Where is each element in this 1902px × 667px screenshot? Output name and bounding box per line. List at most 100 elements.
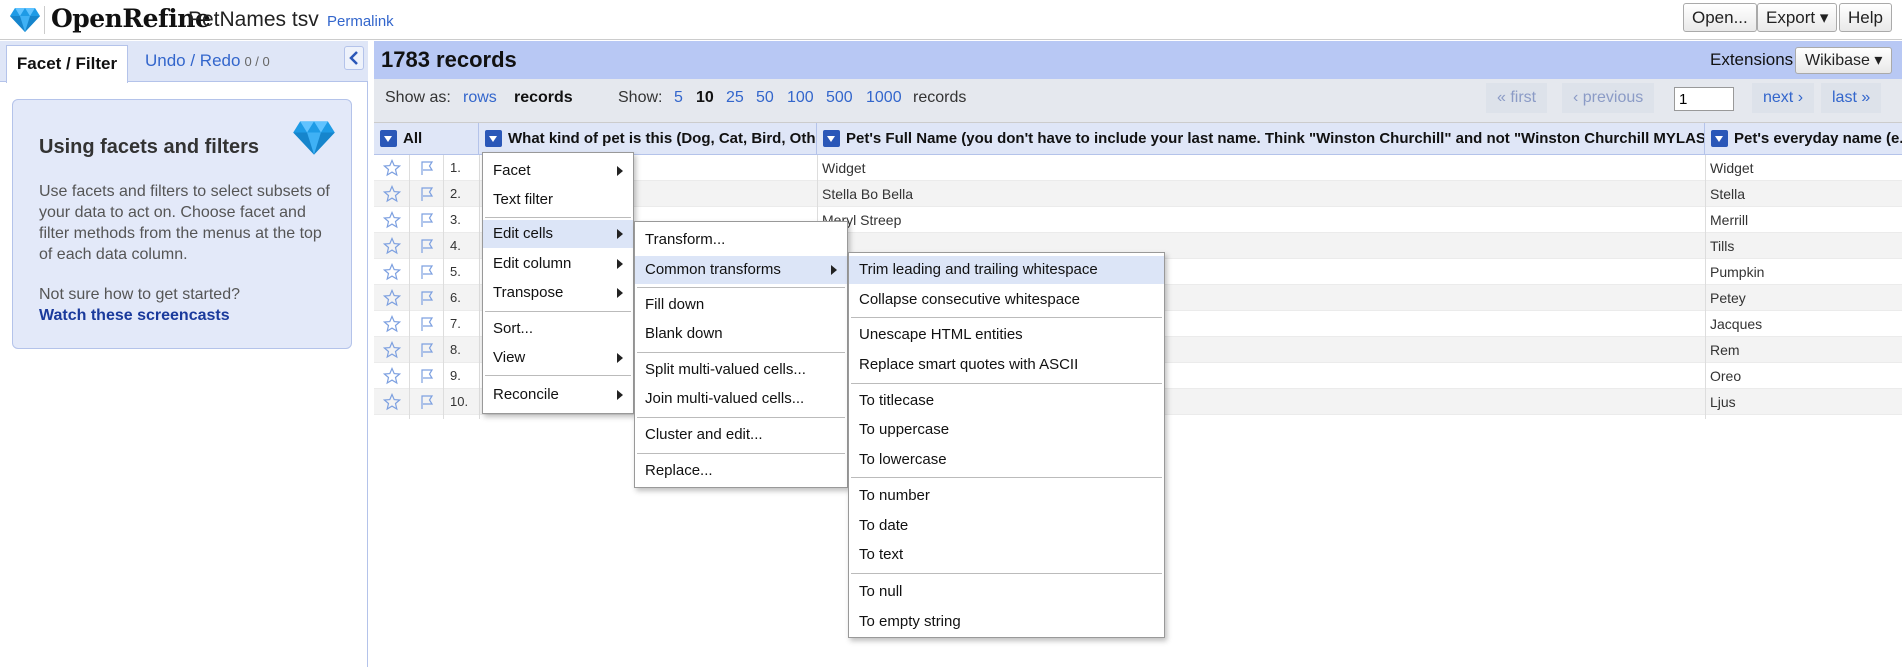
star-icon[interactable] <box>382 340 402 359</box>
tab-facet-filter[interactable]: Facet / Filter <box>6 45 128 83</box>
flag-icon[interactable] <box>418 315 436 333</box>
cell-everyday-name[interactable]: Merrill <box>1710 212 1748 228</box>
page-size-100[interactable]: 100 <box>787 89 814 107</box>
dropdown-arrow-icon[interactable] <box>485 129 502 147</box>
submenu-arrow-icon <box>617 390 623 400</box>
all-column-header[interactable]: All <box>374 123 479 155</box>
menu-item-facet[interactable]: Facet <box>483 157 633 185</box>
flag-icon[interactable] <box>418 341 436 359</box>
column-header-pet-kind[interactable]: What kind of pet is this (Dog, Cat, Bird… <box>479 123 817 155</box>
menu-item-label: To uppercase <box>859 421 950 438</box>
menu-item-smart-quotes[interactable]: Replace smart quotes with ASCII <box>849 351 1164 379</box>
first-page-link[interactable]: « first <box>1486 83 1548 113</box>
cell-everyday-name[interactable]: Stella <box>1710 186 1745 202</box>
cell-full-name[interactable]: Widget <box>822 160 866 176</box>
next-page-link[interactable]: next › <box>1752 83 1815 113</box>
menu-separator <box>637 287 845 288</box>
page-size-10[interactable]: 10 <box>696 89 714 107</box>
menu-item-sort[interactable]: Sort... <box>483 315 633 343</box>
show-as-records-link[interactable]: records <box>514 89 573 107</box>
cell-full-name[interactable]: Stella Bo Bella <box>822 186 913 202</box>
menu-item-trim-whitespace[interactable]: Trim leading and trailing whitespace <box>849 256 1164 284</box>
menu-item-lowercase[interactable]: To lowercase <box>849 446 1164 474</box>
column-divider <box>443 155 444 419</box>
menu-item-to-empty-string[interactable]: To empty string <box>849 608 1164 636</box>
menu-item-edit-column[interactable]: Edit column <box>483 250 633 278</box>
cell-everyday-name[interactable]: Widget <box>1710 160 1754 176</box>
cell-everyday-name[interactable]: Rem <box>1710 342 1740 358</box>
page-size-1000[interactable]: 1000 <box>866 89 902 107</box>
dropdown-arrow-icon[interactable] <box>380 129 397 147</box>
dropdown-arrow-icon[interactable] <box>1711 129 1728 147</box>
star-icon[interactable] <box>382 210 402 229</box>
show-as-rows-link[interactable]: rows <box>463 89 497 107</box>
menu-item-unescape-html[interactable]: Unescape HTML entities <box>849 321 1164 349</box>
collapse-panel-button[interactable] <box>344 46 364 70</box>
help-button[interactable]: Help <box>1839 3 1892 32</box>
menu-item-to-number[interactable]: To number <box>849 482 1164 510</box>
menu-item-view[interactable]: View <box>483 344 633 372</box>
column-header-everyday-name[interactable]: Pet's everyday name (e.g <box>1705 123 1902 155</box>
screencasts-link[interactable]: Watch these screencasts <box>39 307 230 325</box>
page-size-500[interactable]: 500 <box>826 89 853 107</box>
flag-icon[interactable] <box>418 367 436 385</box>
flag-icon[interactable] <box>418 185 436 203</box>
cell-everyday-name[interactable]: Pumpkin <box>1710 264 1764 280</box>
menu-item-titlecase[interactable]: To titlecase <box>849 387 1164 415</box>
star-icon[interactable] <box>382 314 402 333</box>
menu-item-join-cells[interactable]: Join multi-valued cells... <box>635 385 847 413</box>
menu-item-label: Common transforms <box>645 261 781 278</box>
menu-item-replace[interactable]: Replace... <box>635 457 847 485</box>
wikibase-button[interactable]: Wikibase ▾ <box>1795 47 1893 74</box>
cell-everyday-name[interactable]: Oreo <box>1710 368 1741 384</box>
menu-item-to-text[interactable]: To text <box>849 541 1164 569</box>
star-icon[interactable] <box>382 236 402 255</box>
menu-item-cluster-edit[interactable]: Cluster and edit... <box>635 421 847 449</box>
cell-everyday-name[interactable]: Ljus <box>1710 394 1736 410</box>
flag-icon[interactable] <box>418 289 436 307</box>
menu-item-blank-down[interactable]: Blank down <box>635 320 847 348</box>
last-page-link[interactable]: last » <box>1821 83 1882 113</box>
menu-item-transpose[interactable]: Transpose <box>483 279 633 307</box>
app-name[interactable]: OpenRefine <box>51 4 211 33</box>
page-size-5[interactable]: 5 <box>674 89 683 107</box>
cell-everyday-name[interactable]: Petey <box>1710 290 1746 306</box>
star-icon[interactable] <box>382 366 402 385</box>
star-icon[interactable] <box>382 184 402 203</box>
page-number-input[interactable] <box>1674 87 1734 111</box>
star-icon[interactable] <box>382 262 402 281</box>
flag-icon[interactable] <box>418 263 436 281</box>
open-button[interactable]: Open... <box>1683 3 1757 32</box>
menu-item-to-null[interactable]: To null <box>849 578 1164 606</box>
cell-everyday-name[interactable]: Jacques <box>1710 316 1762 332</box>
page-size-50[interactable]: 50 <box>756 89 774 107</box>
menu-item-split-cells[interactable]: Split multi-valued cells... <box>635 356 847 384</box>
tab-undo-redo[interactable]: Undo / Redo 0 / 0 <box>145 51 270 71</box>
common-transforms-submenu: Trim leading and trailing whitespace Col… <box>848 252 1165 638</box>
flag-icon[interactable] <box>418 237 436 255</box>
previous-page-link[interactable]: ‹ previous <box>1562 83 1655 113</box>
export-button[interactable]: Export ▾ <box>1757 3 1838 32</box>
menu-item-to-date[interactable]: To date <box>849 512 1164 540</box>
menu-item-transform[interactable]: Transform... <box>635 226 847 254</box>
cell-everyday-name[interactable]: Tills <box>1710 238 1734 254</box>
menu-item-reconcile[interactable]: Reconcile <box>483 381 633 409</box>
project-name[interactable]: PetNames tsv <box>188 8 319 32</box>
menu-item-fill-down[interactable]: Fill down <box>635 291 847 319</box>
menu-item-uppercase[interactable]: To uppercase <box>849 416 1164 444</box>
menu-item-text-filter[interactable]: Text filter <box>483 186 633 214</box>
flag-icon[interactable] <box>418 211 436 229</box>
permalink-link[interactable]: Permalink <box>327 13 394 30</box>
column-header-full-name[interactable]: Pet's Full Name (you don't have to inclu… <box>817 123 1705 155</box>
page-size-25[interactable]: 25 <box>726 89 744 107</box>
flag-icon[interactable] <box>418 159 436 177</box>
menu-item-edit-cells[interactable]: Edit cells <box>483 220 633 248</box>
dropdown-arrow-icon[interactable] <box>823 129 840 147</box>
menu-item-collapse-whitespace[interactable]: Collapse consecutive whitespace <box>849 286 1164 314</box>
star-icon[interactable] <box>382 392 402 411</box>
star-icon[interactable] <box>382 158 402 177</box>
openrefine-logo-icon[interactable] <box>9 7 41 33</box>
flag-icon[interactable] <box>418 393 436 411</box>
star-icon[interactable] <box>382 288 402 307</box>
menu-item-common-transforms[interactable]: Common transforms <box>635 256 847 284</box>
